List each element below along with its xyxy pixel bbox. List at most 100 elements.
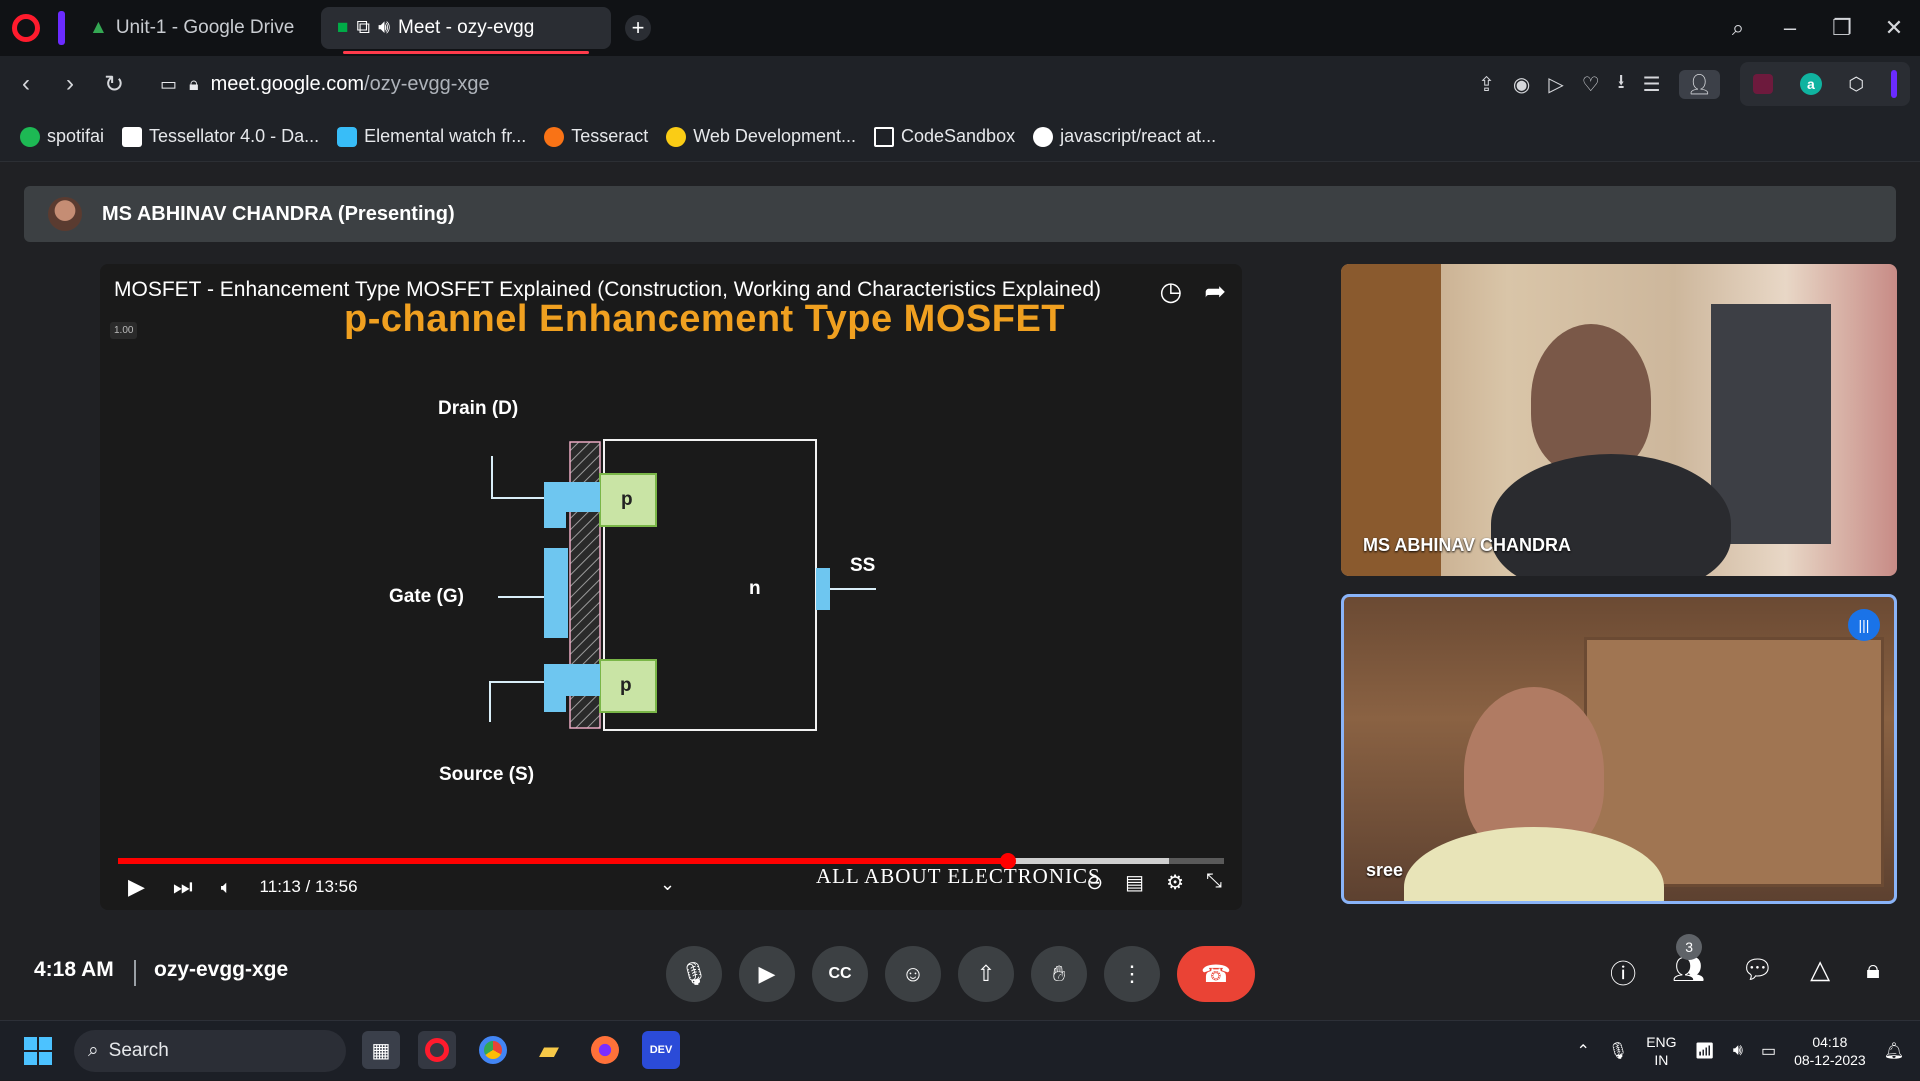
participant-tile-active[interactable]: ||| sree — [1341, 594, 1897, 904]
share-icon[interactable]: ⇪ — [1478, 72, 1495, 97]
play-icon[interactable]: ▶ — [128, 874, 145, 900]
gate-contact — [544, 548, 568, 638]
sidebar-toggle-icon[interactable] — [1890, 70, 1897, 98]
forward-button[interactable]: › — [48, 70, 92, 98]
new-tab-button[interactable]: + — [625, 15, 651, 41]
extensions-cube-icon[interactable]: ⬡ — [1848, 74, 1864, 95]
closed-captions-icon: CC — [828, 965, 852, 982]
minimize-button[interactable]: – — [1764, 15, 1816, 41]
camera-permission-icon[interactable]: ▭ — [160, 74, 177, 95]
exit-fullscreen-icon[interactable]: ⤡ — [1206, 870, 1222, 895]
send-icon[interactable]: ▷ — [1548, 72, 1563, 97]
windows-start-icon[interactable] — [24, 1037, 52, 1065]
people-button[interactable]: 👥︎ 3 — [1672, 934, 1705, 991]
host-controls-lock-icon[interactable]: 🔒︎ — [1866, 954, 1880, 991]
bookmark-item[interactable]: Tesseract — [544, 126, 648, 147]
tab-google-drive[interactable]: ▲ Unit-1 - Google Drive — [73, 7, 313, 49]
file-explorer-icon[interactable]: ▰ — [530, 1031, 568, 1069]
taskbar-search[interactable]: ⌕ Search — [74, 1030, 346, 1072]
body-contact — [816, 568, 830, 610]
emoji-icon: ☺ — [901, 961, 925, 986]
window-controls: ⌕ – ❐ ✕ — [1712, 0, 1920, 56]
heart-icon[interactable]: ♡ — [1582, 72, 1600, 97]
restore-button[interactable]: ❐ — [1816, 15, 1868, 41]
bookmark-item[interactable]: Elemental watch fr... — [337, 126, 526, 147]
opera-logo-icon[interactable] — [12, 14, 40, 42]
camera-button[interactable]: ▶︎ — [739, 946, 795, 1002]
video-right-controls: ⊖ ▤ ⚙ ⤡ — [1086, 870, 1222, 895]
next-icon[interactable]: ⏭︎ — [173, 874, 193, 900]
mosfet-diagram — [489, 439, 876, 731]
notification-bell-icon[interactable]: 🔔︎ — [1884, 1041, 1904, 1061]
devcpp-icon[interactable]: DEV — [642, 1031, 680, 1069]
p-top-label: p — [621, 489, 633, 510]
extensions-area: a ⬡ — [1740, 62, 1910, 106]
captions-icon[interactable]: ▤ — [1125, 870, 1144, 895]
firefox-icon[interactable] — [586, 1031, 624, 1069]
browser-tab-strip: ▲ Unit-1 - Google Drive ■ ⧉ 🔊︎ Meet - oz… — [0, 0, 1920, 56]
slide-heading: p-channel Enhancement Type MOSFET — [344, 298, 1066, 340]
bookmark-item[interactable]: Web Development... — [666, 126, 856, 147]
battery-icon[interactable]: ▭ — [1761, 1041, 1776, 1061]
autoplay-toggle-icon[interactable]: ⊖ — [1086, 870, 1103, 895]
tab-google-meet[interactable]: ■ ⧉ 🔊︎ Meet - ozy-evgg — [321, 7, 611, 54]
speaker-icon[interactable]: 🔊︎ — [378, 17, 390, 39]
participant-count-badge: 3 — [1676, 934, 1703, 960]
participant-tile[interactable]: MS ABHINAV CHANDRA — [1341, 264, 1897, 576]
taskbar-clock[interactable]: 04:18 08-12-2023 — [1794, 1033, 1866, 1069]
participant-name: MS ABHINAV CHANDRA — [1363, 535, 1571, 555]
captions-button[interactable]: CC — [812, 946, 868, 1002]
download-icon[interactable]: ⭳ — [1618, 67, 1625, 101]
presented-video[interactable]: MOSFET - Enhancement Type MOSFET Explain… — [100, 264, 1242, 910]
hand-icon: ✋︎ — [1052, 961, 1066, 986]
activities-icon[interactable]: △ — [1810, 954, 1830, 991]
snapshot-icon[interactable]: ◉ — [1513, 72, 1530, 97]
volume-tray-icon[interactable]: 🔊︎ — [1733, 1042, 1743, 1060]
chevron-down-icon[interactable]: ⌄ — [660, 874, 675, 895]
bookmark-item[interactable]: javascript/react at... — [1033, 126, 1216, 147]
elemental-icon — [337, 126, 358, 147]
mic-button[interactable]: 🎙︎ — [666, 946, 722, 1002]
more-vert-icon: ⋮ — [1121, 961, 1143, 986]
bookmark-item[interactable]: spotifai — [20, 126, 104, 147]
wifi-icon[interactable]: 📶︎ — [1695, 1041, 1715, 1061]
share-arrow-icon[interactable]: ➦ — [1204, 276, 1226, 307]
easy-setup-icon[interactable]: ☰ — [1643, 72, 1661, 97]
language-indicator[interactable]: ENG IN — [1646, 1033, 1676, 1069]
opera-taskbar-icon[interactable] — [418, 1031, 456, 1069]
close-button[interactable]: ✕ — [1868, 15, 1920, 41]
google-meet-icon: ■ — [337, 17, 349, 38]
chat-icon[interactable]: 💬︎ — [1741, 954, 1774, 991]
meet-control-bar: 4:18 AM ozy-evgg-xge 🎙︎ ▶︎ CC ☺ ⇧ ✋︎ ⋮ ☎… — [0, 932, 1920, 1020]
chrome-icon[interactable] — [474, 1031, 512, 1069]
more-options-button[interactable]: ⋮ — [1104, 946, 1160, 1002]
address-bar-row: ‹ › ↻ ▭ 🔒︎ meet.google.com/ozy-evgg-xge … — [0, 56, 1920, 112]
bookmarks-bar: spotifai Tessellator 4.0 - Da... Element… — [0, 112, 1920, 162]
web-dev-icon — [666, 126, 687, 147]
reactions-button[interactable]: ☺ — [885, 946, 941, 1002]
extension-icon[interactable] — [1753, 74, 1774, 94]
gate-label: Gate (G) — [389, 586, 464, 607]
profile-icon[interactable]: 👤︎ — [1678, 69, 1720, 99]
chevron-up-icon[interactable]: ⌃ — [1576, 1041, 1589, 1061]
bookmark-item[interactable]: Tessellator 4.0 - Da... — [122, 126, 319, 147]
windows-taskbar: ⌕ Search ▦ ▰ DEV ⌃ 🎙︎ ENG IN 📶︎ 🔊︎ ▭ 04:… — [0, 1020, 1920, 1080]
present-button[interactable]: ⇧ — [958, 946, 1014, 1002]
lock-icon[interactable]: 🔒︎ — [189, 74, 199, 95]
bookmark-item[interactable]: CodeSandbox — [873, 126, 1015, 147]
meeting-info-icon[interactable]: ⓘ — [1610, 954, 1636, 991]
settings-gear-icon[interactable]: ⚙ — [1166, 870, 1184, 895]
leave-call-button[interactable]: ☎︎ — [1177, 946, 1255, 1002]
microphone-tray-icon[interactable]: 🎙︎ — [1608, 1041, 1628, 1061]
search-tabs-icon[interactable]: ⌕ — [1712, 15, 1764, 41]
watch-later-icon[interactable]: ◷ — [1160, 276, 1183, 307]
volume-icon[interactable]: 🔈︎ — [221, 877, 232, 898]
back-button[interactable]: ‹ — [4, 70, 48, 98]
picture-in-picture-icon[interactable]: ⧉ — [356, 17, 370, 39]
extension-a-icon[interactable]: a — [1799, 73, 1822, 95]
presenter-banner: MS ABHINAV CHANDRA (Presenting) — [24, 186, 1896, 242]
reload-button[interactable]: ↻ — [92, 70, 136, 99]
source-lead — [489, 681, 544, 722]
raise-hand-button[interactable]: ✋︎ — [1031, 946, 1087, 1002]
calculator-icon[interactable]: ▦ — [362, 1031, 400, 1069]
